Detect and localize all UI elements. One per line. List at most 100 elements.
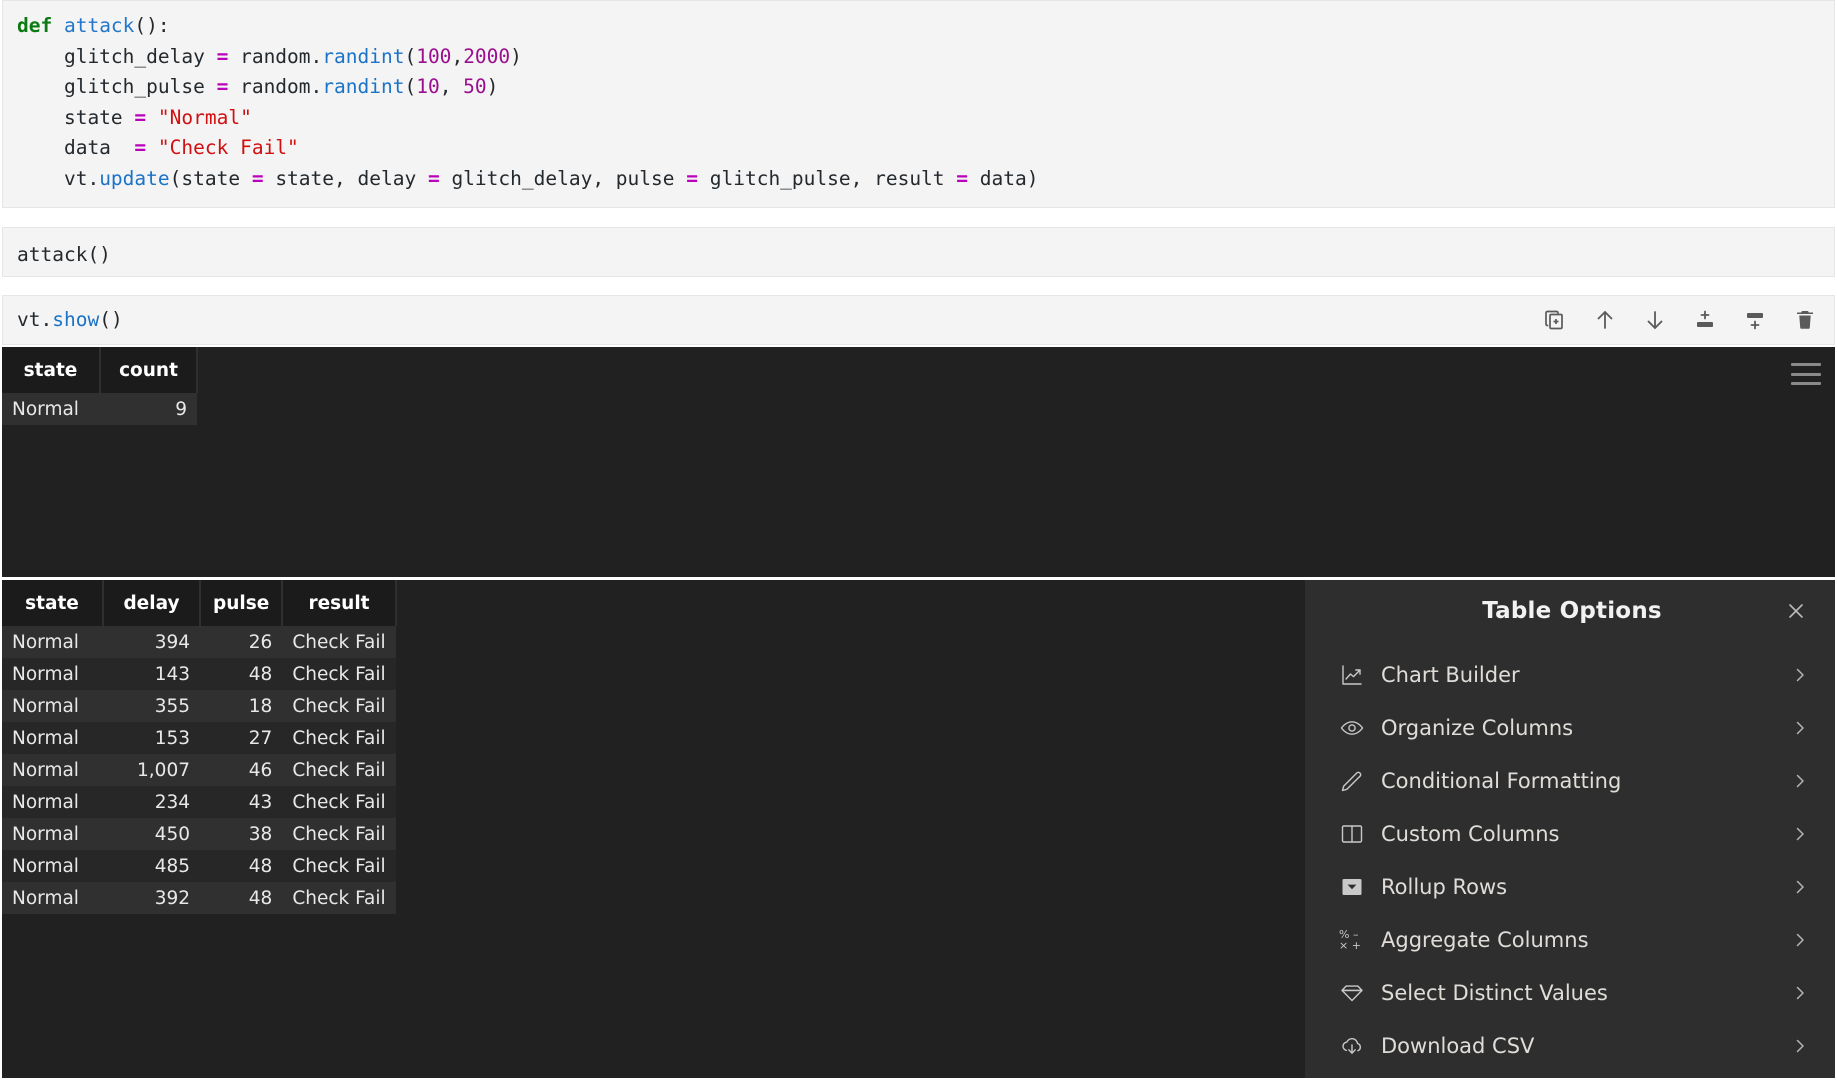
- table-options-item-chart-builder[interactable]: Chart Builder: [1305, 648, 1835, 701]
- cell-delay: 392: [103, 882, 200, 914]
- table-row[interactable]: Normal 153 27 Check Fail: [2, 722, 396, 754]
- cell-result: Check Fail: [282, 850, 396, 882]
- code-token: attack(): [17, 243, 111, 266]
- math-operators-icon: % – × +: [1339, 927, 1361, 952]
- diamond-icon: [1339, 980, 1373, 1006]
- cell-state: Normal: [2, 658, 103, 690]
- table-options-item-aggregate-columns[interactable]: % – × + Aggregate Columns: [1305, 913, 1835, 966]
- table-options-title: Table Options: [1482, 598, 1662, 624]
- cell-state: Normal: [2, 818, 103, 850]
- code-line: vt.show(): [17, 305, 123, 336]
- column-header-delay[interactable]: delay: [103, 580, 201, 626]
- cell-delay: 394: [103, 626, 200, 658]
- table-options-item-label: Select Distinct Values: [1381, 980, 1608, 1005]
- close-icon[interactable]: [1783, 598, 1809, 624]
- move-cell-up-icon[interactable]: [1592, 307, 1618, 333]
- hamburger-line: [1791, 363, 1821, 366]
- table-options-item-download-csv[interactable]: Download CSV: [1305, 1019, 1835, 1072]
- code-line: vt.update(state = state, delay = glitch_…: [17, 164, 1820, 195]
- delete-cell-icon[interactable]: [1792, 307, 1818, 333]
- code-token: =: [216, 44, 229, 68]
- column-header-pulse[interactable]: pulse: [200, 580, 284, 626]
- table-options-item-organize-columns[interactable]: Organize Columns: [1305, 701, 1835, 754]
- code-token: randint: [322, 75, 405, 98]
- code-token: (state: [169, 166, 252, 190]
- code-line: glitch_pulse = random.randint(10, 50): [17, 72, 1820, 103]
- table-options-panel: Table Options Chart Builder Organize Colu…: [1305, 580, 1835, 1078]
- code-token: =: [134, 136, 147, 159]
- insert-cell-above-icon[interactable]: [1692, 307, 1718, 333]
- table-options-item-custom-columns[interactable]: Custom Columns: [1305, 807, 1835, 860]
- chevron-right-icon: [1791, 1038, 1809, 1054]
- rollup-caret-icon: [1339, 874, 1373, 900]
- code-token: "Normal": [157, 105, 252, 129]
- move-cell-down-icon[interactable]: [1642, 307, 1668, 333]
- code-token: ,: [451, 44, 464, 68]
- cell-state: Normal: [2, 754, 103, 786]
- table-options-item-select-distinct-values[interactable]: Select Distinct Values: [1305, 966, 1835, 1019]
- table-options-item-label: Download CSV: [1381, 1033, 1535, 1058]
- cell-result: Check Fail: [282, 754, 396, 786]
- table-row[interactable]: Normal 485 48 Check Fail: [2, 850, 396, 882]
- cell-state: Normal: [2, 882, 103, 914]
- code-token: data: [17, 136, 135, 159]
- cell-result: Check Fail: [282, 818, 396, 850]
- code-token: ():: [134, 14, 170, 37]
- code-cell-attack-def[interactable]: def attack(): glitch_delay = random.rand…: [2, 0, 1835, 208]
- cell-pulse: 43: [200, 786, 283, 818]
- table-options-header: Table Options: [1305, 580, 1835, 642]
- table-row[interactable]: Normal 9: [2, 393, 197, 425]
- hamburger-line: [1791, 382, 1821, 385]
- table-options-item-label: Organize Columns: [1381, 715, 1574, 740]
- cell-result: Check Fail: [282, 690, 396, 722]
- summary-table: state count Normal 9: [2, 347, 198, 425]
- code-token: glitch_pulse: [17, 75, 217, 98]
- cell-delay: 153: [103, 722, 200, 754]
- cloud-download-icon: [1339, 1033, 1373, 1059]
- code-token: ,: [439, 75, 464, 98]
- code-token: glitch_delay: [17, 44, 217, 68]
- table-row[interactable]: Normal 450 38 Check Fail: [2, 818, 396, 850]
- table-row[interactable]: Normal 143 48 Check Fail: [2, 658, 396, 690]
- code-token: =: [686, 166, 698, 190]
- table-row[interactable]: Normal 392 48 Check Fail: [2, 882, 396, 914]
- table-row[interactable]: Normal 394 26 Check Fail: [2, 626, 396, 658]
- code-token: ): [510, 44, 522, 68]
- table-row[interactable]: Normal 355 18 Check Fail: [2, 690, 396, 722]
- table-row[interactable]: Normal 1,007 46 Check Fail: [2, 754, 396, 786]
- insert-cell-below-icon[interactable]: [1742, 307, 1768, 333]
- code-line: def attack():: [17, 11, 1820, 42]
- code-token: randint: [322, 44, 405, 68]
- table-options-item-conditional-formatting[interactable]: Conditional Formatting: [1305, 754, 1835, 807]
- code-cell-attack-call[interactable]: attack(): [2, 227, 1835, 277]
- column-header-state[interactable]: state: [2, 580, 104, 626]
- code-cell-vt-show[interactable]: vt.show(): [2, 295, 1835, 345]
- duplicate-cell-icon[interactable]: [1542, 307, 1568, 333]
- code-token: glitch_delay, pulse: [439, 166, 687, 190]
- table-row[interactable]: Normal 234 43 Check Fail: [2, 786, 396, 818]
- code-token: "Check Fail": [157, 136, 299, 159]
- code-token: vt.: [17, 166, 100, 190]
- column-header-state[interactable]: state: [2, 347, 101, 393]
- code-token: =: [956, 166, 969, 190]
- table-options-item-rollup-rows[interactable]: Rollup Rows: [1305, 860, 1835, 913]
- cell-delay: 450: [103, 818, 200, 850]
- code-token: state: [17, 105, 135, 129]
- cell-state: Normal: [2, 393, 100, 425]
- code-block-2: attack(): [17, 240, 1820, 271]
- code-token: =: [427, 166, 440, 190]
- cell-delay: 143: [103, 658, 200, 690]
- cell-result: Check Fail: [282, 722, 396, 754]
- chevron-right-icon: [1791, 932, 1809, 948]
- chevron-right-icon: [1791, 985, 1809, 1001]
- cell-state: Normal: [2, 786, 103, 818]
- column-header-count[interactable]: count: [100, 347, 198, 393]
- code-token: (): [99, 307, 123, 331]
- eye-icon: [1339, 715, 1373, 741]
- cell-pulse: 38: [200, 818, 283, 850]
- column-header-result[interactable]: result: [282, 580, 397, 626]
- table-menu-icon[interactable]: [1791, 363, 1821, 385]
- table-header-row: state delay pulse result: [2, 580, 397, 626]
